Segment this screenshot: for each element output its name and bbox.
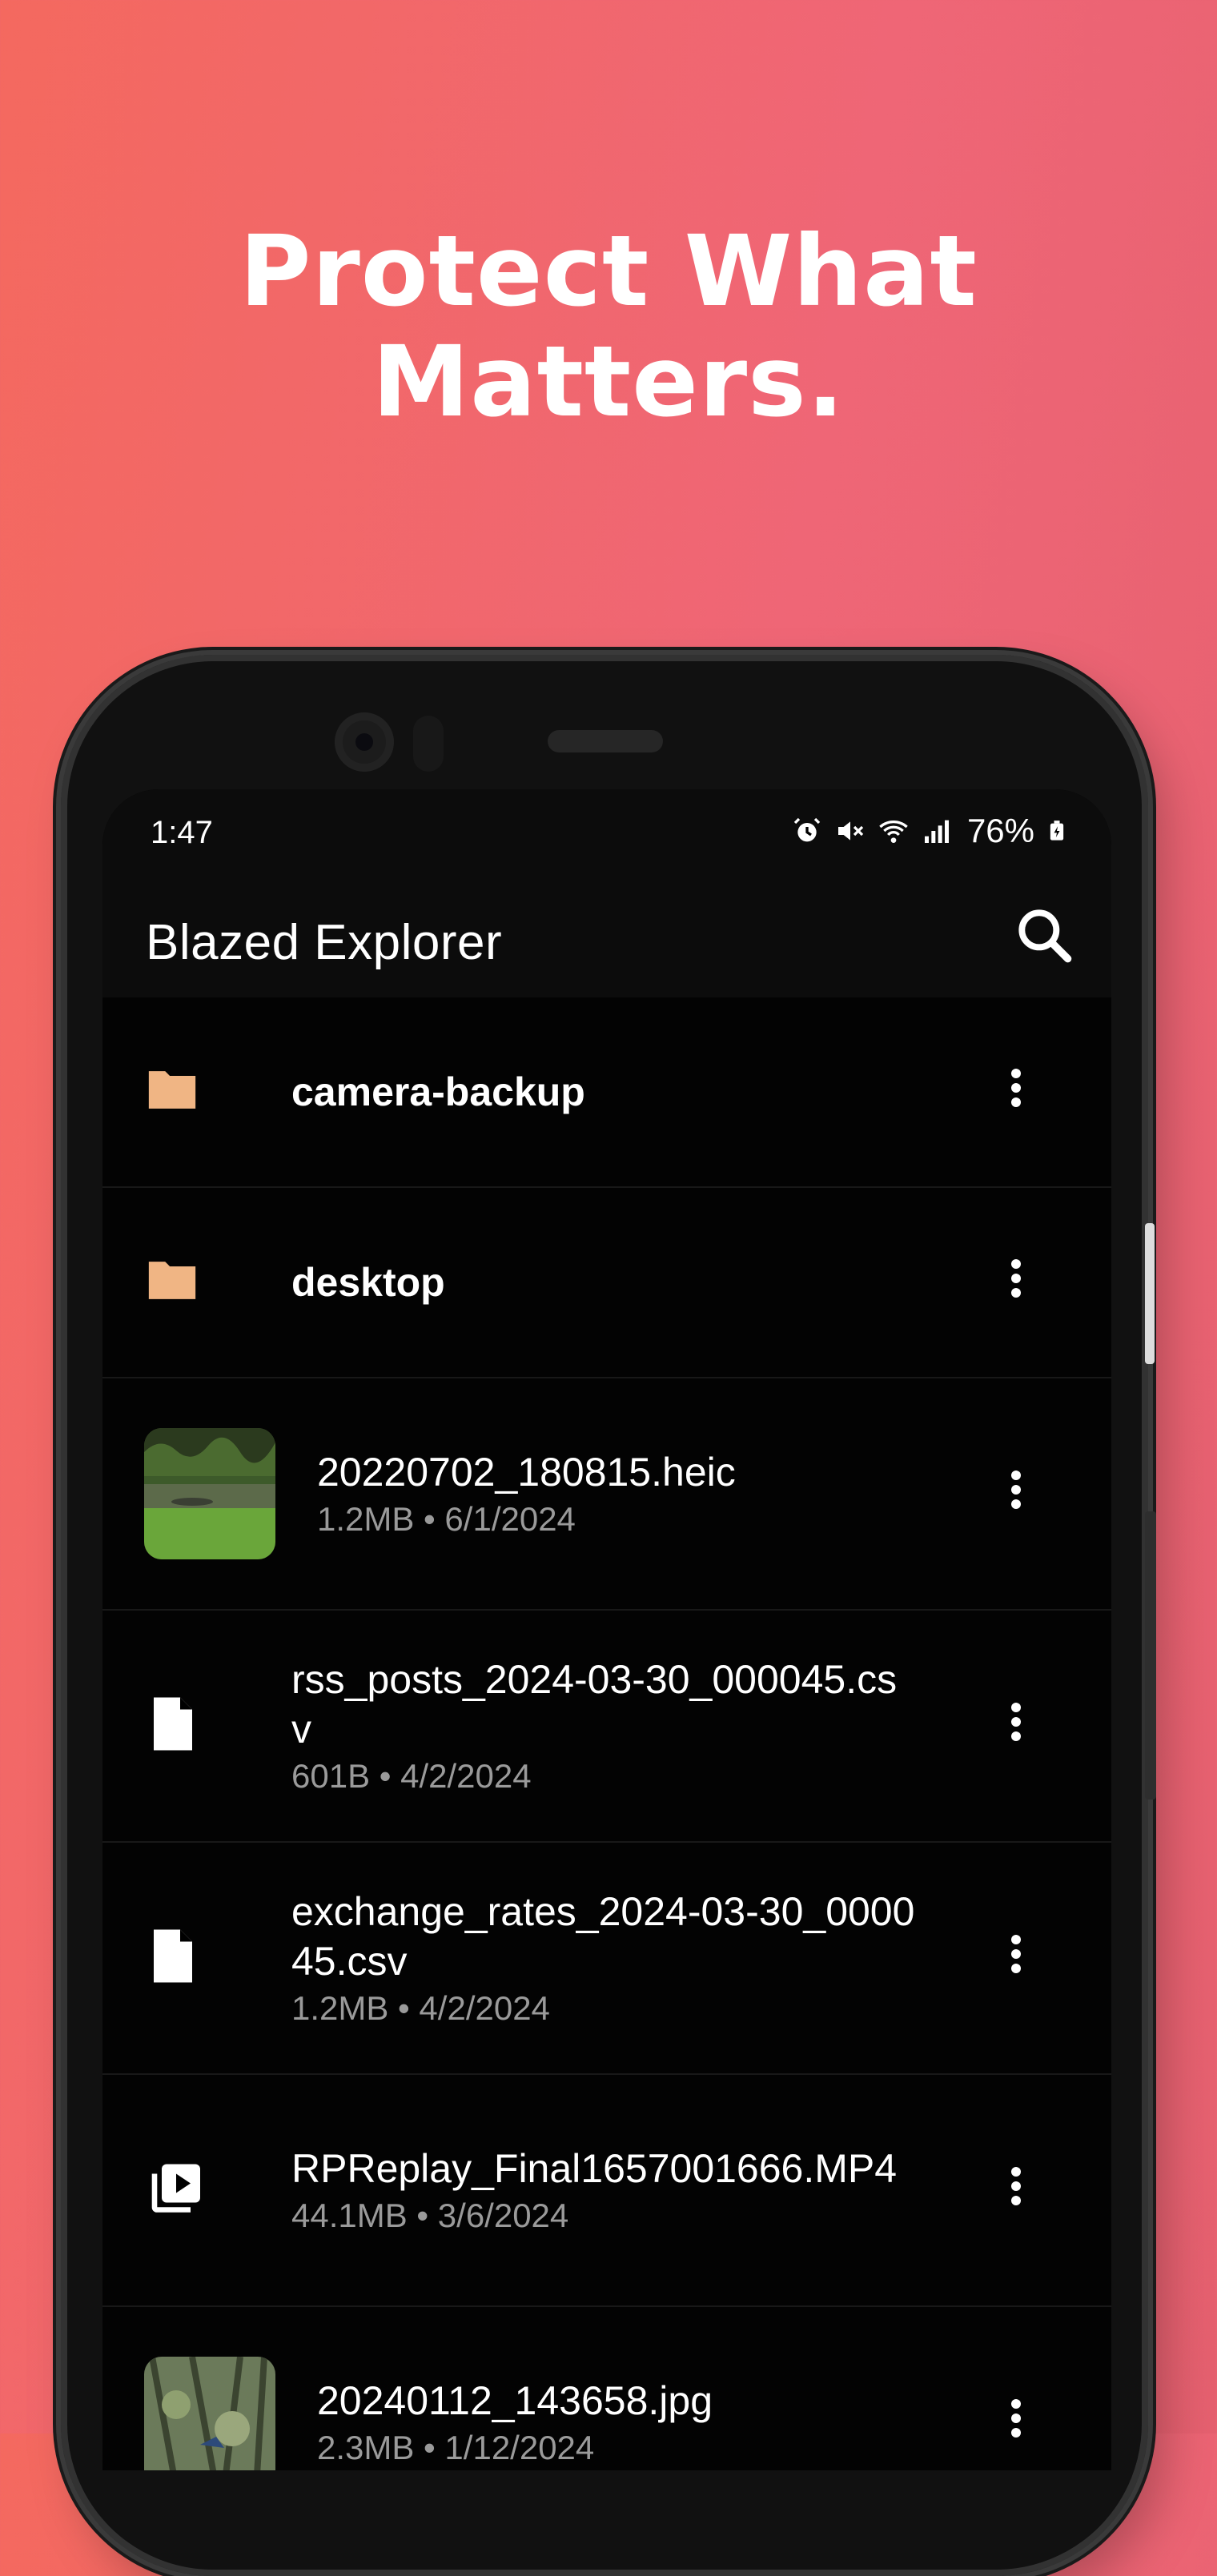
more-vertical-icon[interactable] — [1004, 2162, 1028, 2218]
list-item[interactable]: rss_posts_2024-03-30_000045.csv 601B • 4… — [102, 1611, 1111, 1843]
item-name: exchange_rates_2024-03-30_000045.csv — [291, 1889, 915, 1984]
item-name: desktop — [291, 1260, 445, 1305]
folder-icon — [148, 1262, 196, 1299]
app-title: Blazed Explorer — [146, 915, 503, 970]
item-name: RPReplay_Final1657001666.MP4 — [291, 2146, 898, 2191]
list-item[interactable]: 20220702_180815.heic 1.2MB • 6/1/2024 — [102, 1378, 1111, 1611]
item-name: camera-backup — [291, 1069, 585, 1114]
more-vertical-icon[interactable] — [1004, 1254, 1028, 1310]
item-name: 20240112_143658.jpg — [317, 2378, 713, 2423]
power-button — [1145, 1511, 1156, 1800]
list-item[interactable]: desktop — [102, 1188, 1111, 1378]
document-icon — [154, 1929, 192, 1983]
list-item[interactable]: RPReplay_Final1657001666.MP4 44.1MB • 3/… — [102, 2075, 1111, 2307]
item-name: 20220702_180815.heic — [317, 1450, 736, 1495]
list-item[interactable]: exchange_rates_2024-03-30_000045.csv 1.2… — [102, 1843, 1111, 2075]
status-bar: 1:47 76% — [102, 789, 1111, 877]
headline-line-2: Matters. — [372, 325, 845, 439]
image-thumbnail — [144, 2357, 275, 2470]
file-list: camera-backup desktop 20220702_180815.he… — [102, 997, 1111, 2470]
promo-headline: Protect What Matters. — [0, 216, 1217, 437]
headline-line-1: Protect What — [239, 215, 978, 328]
battery-charging-icon — [1050, 821, 1064, 841]
video-library-icon — [151, 2164, 200, 2213]
more-vertical-icon[interactable] — [1004, 1466, 1028, 1522]
battery-percent: 76% — [966, 812, 1034, 849]
front-camera — [335, 712, 394, 772]
item-meta: 1.2MB • 4/2/2024 — [291, 1989, 550, 2027]
more-vertical-icon[interactable] — [1004, 1930, 1028, 1986]
more-vertical-icon[interactable] — [1004, 1064, 1028, 1120]
app-bar: Blazed Explorer — [102, 877, 1111, 997]
item-meta: 44.1MB • 3/6/2024 — [291, 2197, 569, 2234]
search-icon[interactable] — [1010, 901, 1079, 970]
phone-screen: 1:47 76% Blazed Explorer camera-backup d… — [102, 789, 1111, 2470]
status-icons: 76% — [791, 812, 1068, 850]
item-meta: 1.2MB • 6/1/2024 — [317, 1500, 576, 1538]
folder-icon — [148, 1071, 196, 1109]
earpiece-speaker — [548, 730, 663, 752]
image-thumbnail — [144, 1428, 275, 1559]
volume-button — [1145, 1223, 1155, 1364]
signal-icon — [924, 820, 949, 843]
document-icon — [154, 1697, 192, 1751]
item-meta: 601B • 4/2/2024 — [291, 1757, 532, 1795]
alarm-icon — [793, 817, 821, 842]
proximity-sensor — [413, 716, 444, 772]
status-time: 1:47 — [151, 815, 213, 850]
mute-icon — [837, 821, 864, 841]
list-item[interactable]: camera-backup — [102, 997, 1111, 1188]
list-item[interactable]: 20240112_143658.jpg 2.3MB • 1/12/2024 — [102, 2307, 1111, 2470]
more-vertical-icon[interactable] — [1004, 2394, 1028, 2450]
wifi-icon — [879, 821, 908, 843]
item-name: rss_posts_2024-03-30_000045.csv — [291, 1657, 898, 1751]
more-vertical-icon[interactable] — [1004, 1698, 1028, 1754]
